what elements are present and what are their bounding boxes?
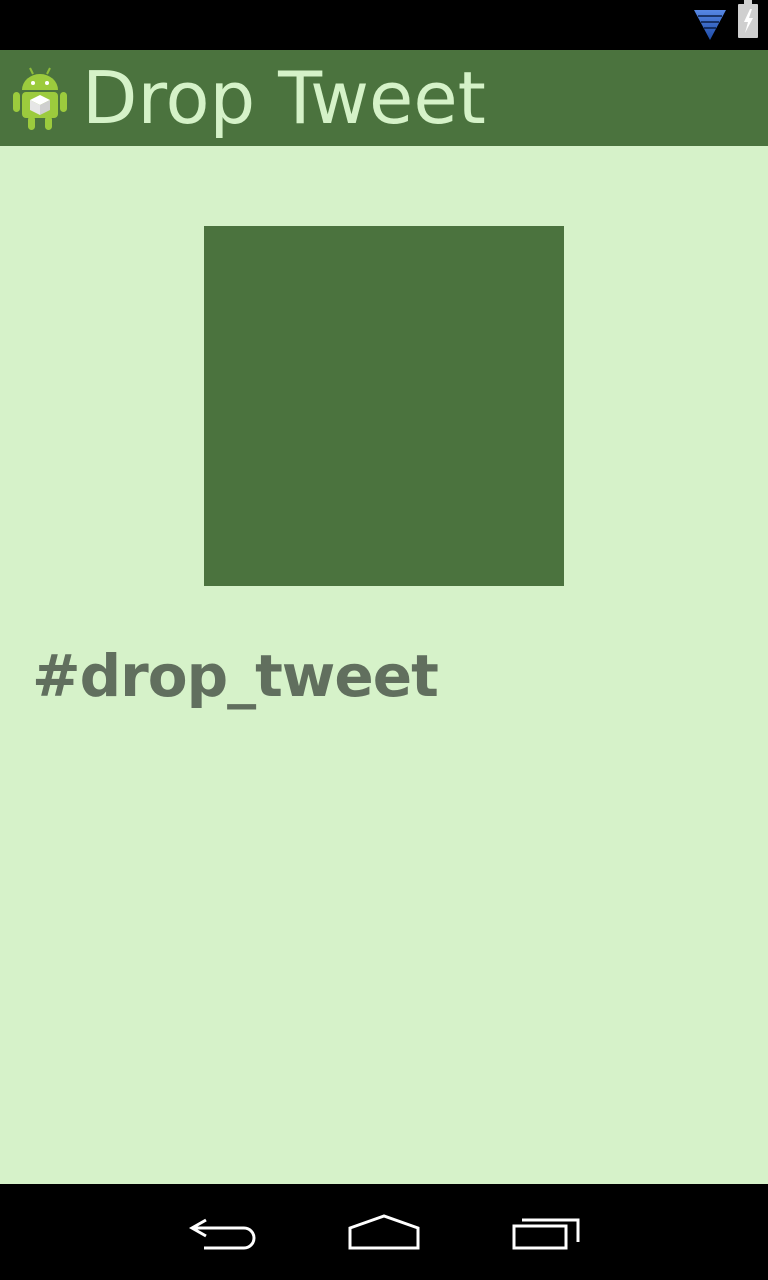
drop-target[interactable]: [204, 226, 564, 586]
recents-icon[interactable]: [506, 1212, 586, 1254]
android-robot-icon: [13, 67, 67, 130]
navigation-bar: [0, 1184, 768, 1280]
app-title: Drop Tweet: [82, 56, 486, 140]
home-icon[interactable]: [344, 1212, 424, 1254]
wifi-icon: [694, 10, 726, 40]
hashtag-label: #drop_tweet: [32, 642, 439, 710]
action-bar: Drop Tweet: [0, 50, 768, 146]
back-icon[interactable]: [184, 1212, 264, 1254]
main-content: #drop_tweet: [0, 146, 768, 1184]
status-bar: [0, 0, 768, 50]
battery-charging-icon: [738, 0, 758, 38]
